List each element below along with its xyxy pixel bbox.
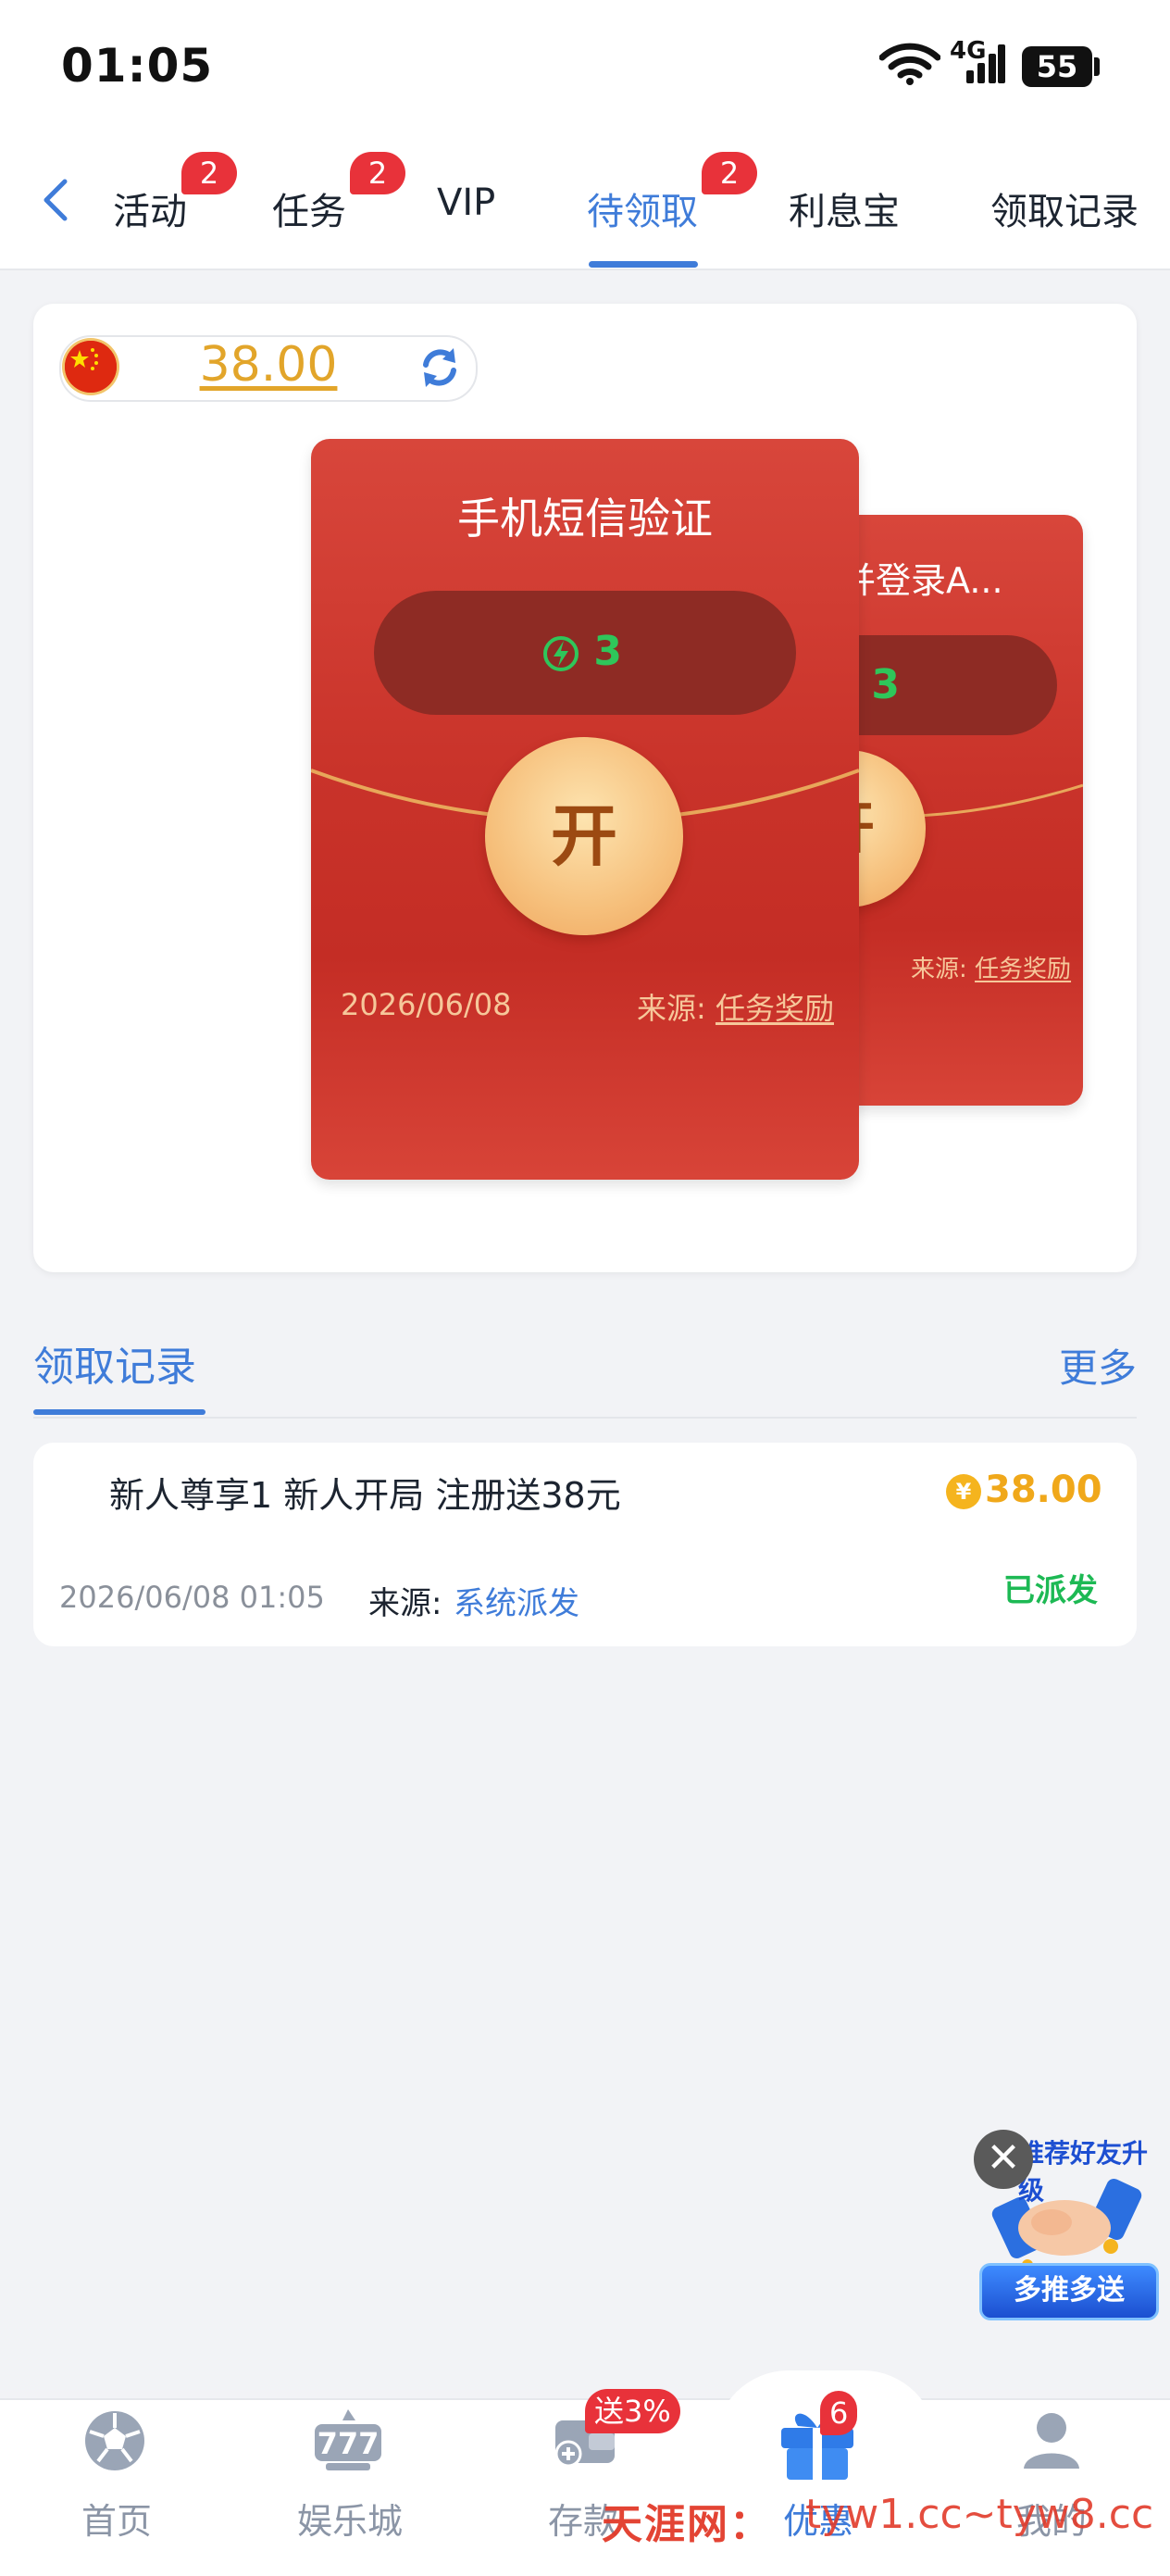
promo-count-badge: 6: [820, 2391, 858, 2435]
promo-action-button[interactable]: 多推多送: [979, 2263, 1159, 2320]
promo-top-text: 推荐好友升级: [1018, 2138, 1149, 2206]
tab-claim-records[interactable]: 领取记录: [990, 181, 1139, 235]
energy-count: 3: [542, 628, 622, 675]
refresh-icon[interactable]: [417, 344, 463, 394]
envelope-date: 2026/06/08: [341, 987, 512, 1022]
source-link[interactable]: 任务奖励: [975, 956, 1071, 983]
nav-casino[interactable]: 娱乐城: [257, 2493, 442, 2544]
tab-interest[interactable]: 利息宝: [789, 181, 900, 235]
china-flag-icon: [65, 341, 117, 393]
envelope-source: 来源: 任务奖励: [911, 950, 1071, 984]
tab-tasks-badge: 2: [350, 152, 405, 194]
more-link[interactable]: 更多: [1059, 1337, 1137, 1394]
envelope-title: 手机短信验证: [457, 494, 713, 544]
red-envelope-secondary[interactable]: 装并登录A... 3 开 来源: 任务奖励: [833, 515, 1083, 1106]
section-divider: [33, 1417, 1137, 1419]
source-link[interactable]: 任务奖励: [716, 991, 834, 1026]
watermark-url: tyw1.cc~tyw8.cc: [805, 2491, 1154, 2538]
energy-value: 3: [593, 628, 622, 675]
slot-777-icon[interactable]: 777: [309, 2407, 387, 2478]
source-label: 来源:: [911, 956, 967, 983]
tab-tasks[interactable]: 任务: [272, 181, 346, 235]
record-amount: 38.00: [985, 1469, 1102, 1511]
open-envelope-button[interactable]: 开: [485, 737, 683, 935]
record-source-label: 来源:: [368, 1585, 442, 1622]
svg-text:777: 777: [317, 2426, 380, 2461]
back-button[interactable]: [37, 174, 74, 230]
tab-activity[interactable]: 活动: [113, 181, 187, 235]
records-title-underline: [33, 1409, 205, 1415]
record-date: 2026/06/08 01:05: [59, 1580, 325, 1615]
envelope-title: 装并登录A...: [833, 560, 1003, 601]
battery-level: 55: [1036, 49, 1078, 84]
nav-home[interactable]: 首页: [24, 2493, 209, 2544]
soccer-ball-icon[interactable]: [81, 2407, 148, 2478]
records-section-title: 领取记录: [33, 1344, 196, 1391]
source-label: 来源:: [637, 991, 706, 1026]
tab-pending-badge: 2: [702, 152, 757, 194]
deposit-bonus-badge: 送3%: [585, 2389, 680, 2433]
battery-tip: [1094, 57, 1100, 76]
battery-icon: 55: [1022, 46, 1092, 87]
balance-value: 38.00: [199, 337, 338, 393]
tab-activity-badge: 2: [181, 152, 237, 194]
watermark-text: 天涯网：: [602, 2501, 772, 2548]
envelope-source: 来源: 任务奖励: [637, 985, 834, 1028]
record-status: 已派发: [1003, 1572, 1098, 1609]
red-envelope-primary[interactable]: 手机短信验证 3 开 2026/06/08 来源: 任务奖励: [311, 439, 859, 1180]
tab-vip[interactable]: VIP: [437, 181, 495, 224]
wifi-icon: [878, 43, 941, 89]
record-title: 新人尊享1 新人开局 注册送38元: [109, 1475, 621, 1516]
record-source: 系统派发: [454, 1585, 579, 1622]
status-time: 01:05: [61, 39, 214, 93]
energy-value: 3: [871, 661, 900, 708]
signal-icon: [963, 39, 1005, 89]
promo-close-button[interactable]: ✕: [974, 2130, 1033, 2189]
tab-pending[interactable]: 待领取: [587, 181, 698, 235]
coin-icon: ¥: [946, 1474, 981, 1509]
tab-active-indicator: [589, 261, 698, 268]
user-icon[interactable]: [1018, 2407, 1085, 2478]
